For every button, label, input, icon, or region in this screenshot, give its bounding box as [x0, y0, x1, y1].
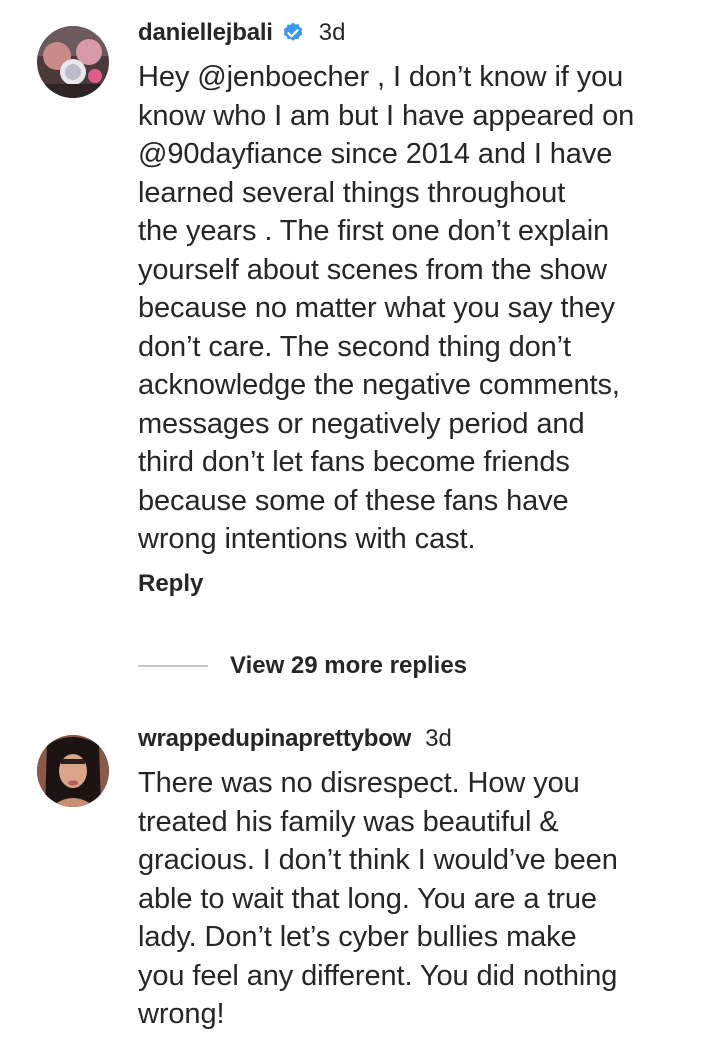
comment-text-line: messages or negatively period and: [138, 407, 585, 440]
replies-divider-line: [138, 665, 208, 667]
comment-text-line: because no matter what you say they: [138, 292, 615, 324]
comment-text-line: able to wait that long. You are a true: [138, 882, 597, 915]
avatar-image: [37, 26, 109, 98]
verified-badge-icon: [281, 21, 305, 45]
comment-body: daniellejbali 3d Hey @jenboecher , I don…: [138, 16, 708, 559]
comment-text-line: don’t care. The second thing don’t: [138, 330, 571, 363]
comment-text-line: because some of these fans have: [138, 484, 569, 517]
comment-body: wrappedupinaprettybow 3d There was no di…: [138, 722, 708, 1034]
comment-text: Hey @jenboecher , I don’t know if you kn…: [138, 58, 708, 559]
comment-text-line: acknowledge the negative comments,: [138, 369, 620, 401]
comment-timestamp: 3d: [318, 19, 346, 46]
comment-text-line: There was no disrespect. How you: [138, 767, 580, 799]
comment-timestamp: 3d: [425, 725, 452, 752]
comment-text-line: lady. Don’t let’s cyber bullies make: [138, 921, 577, 953]
avatar[interactable]: [37, 735, 109, 807]
comment-text-line: Hey @jenboecher , I don’t know if you: [138, 61, 624, 93]
comment-text-line: gracious. I don’t think I would’ve been: [138, 844, 618, 876]
comment-text-line: @90dayfiance since 2014 and I have: [138, 138, 613, 170]
avatar-image: [37, 735, 109, 807]
username[interactable]: wrappedupinaprettybow: [138, 725, 411, 753]
comment-meta: wrappedupinaprettybow 3d: [138, 722, 708, 756]
comment-meta: daniellejbali 3d: [138, 16, 708, 50]
reply-button[interactable]: Reply: [138, 570, 203, 598]
comment-text-line: wrong intentions with cast.: [138, 523, 476, 555]
comment-text-line: yourself about scenes from the show: [138, 253, 607, 286]
comment-text-line: treated his family was beautiful &: [138, 805, 559, 838]
comment-text: There was no disrespect. How you treated…: [138, 764, 708, 1034]
username[interactable]: daniellejbali: [138, 19, 273, 47]
comment-text-line: wrong!: [138, 998, 225, 1030]
comment-text-line: the years . The first one don’t explain: [138, 215, 610, 247]
view-more-replies-button[interactable]: View 29 more replies: [138, 650, 467, 682]
avatar[interactable]: [37, 26, 109, 98]
comment-text-line: third don’t let fans become friends: [138, 446, 570, 478]
comment-text-line: know who I am but I have appeared on: [138, 99, 635, 132]
view-replies-label: View 29 more replies: [230, 652, 468, 679]
comment-text-line: you feel any different. You did nothing: [138, 959, 618, 992]
comment-text-line: learned several things throughout: [138, 176, 566, 209]
